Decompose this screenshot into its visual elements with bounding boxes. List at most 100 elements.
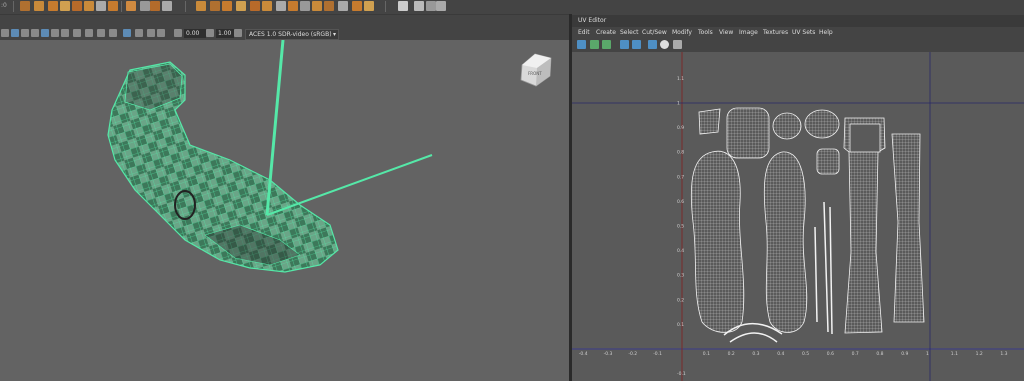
- uv-display-icon[interactable]: [577, 40, 586, 49]
- uv-checker-icon[interactable]: [660, 40, 669, 49]
- menu-create[interactable]: Create: [596, 29, 616, 36]
- xray-components-icon[interactable]: [157, 29, 165, 37]
- cylinder-icon[interactable]: [60, 1, 70, 11]
- u-tick-label: -0.4: [579, 351, 588, 357]
- uv-shell[interactable]: [726, 107, 770, 159]
- torus-icon[interactable]: [96, 1, 106, 11]
- uv-distortion-icon[interactable]: [590, 40, 599, 49]
- menu-view[interactable]: View: [719, 29, 733, 36]
- v-tick-label: 1.1: [677, 76, 684, 82]
- menu-textures[interactable]: Textures: [763, 29, 788, 36]
- uv-shell[interactable]: [804, 109, 840, 139]
- perspective-viewport[interactable]: FRONT: [0, 40, 569, 381]
- uv-snapshot-icon[interactable]: [673, 40, 682, 49]
- u-tick-label: 1: [926, 351, 929, 357]
- chevron-down-icon: ▾: [332, 31, 336, 38]
- manipulator-axis-x[interactable]: [266, 154, 433, 216]
- u-tick-label: 0.4: [777, 351, 784, 357]
- uv-shell[interactable]: [763, 151, 808, 333]
- xray-icon[interactable]: [135, 29, 143, 37]
- uv-workspace[interactable]: -0.4 -0.3 -0.2 -0.1 0.1 0.2 0.3 0.4 0.5 0.6 0.7 0.8…: [572, 52, 1024, 381]
- fill-hole-icon[interactable]: [262, 1, 272, 11]
- u-tick-label: 0.5: [802, 351, 809, 357]
- multi-cut-icon[interactable]: [276, 1, 286, 11]
- viewport-toolbar: 0.00 1.00 ACES 1.0 SDR-video (sRGB) ▾: [0, 27, 569, 40]
- shoe-mesh[interactable]: [107, 61, 339, 273]
- menu-cut-sew[interactable]: Cut/Sew: [642, 29, 667, 36]
- merge-icon[interactable]: [162, 1, 172, 11]
- shelf-tab-label: :0: [1, 2, 7, 9]
- disc-icon[interactable]: [108, 1, 118, 11]
- uv-canvas: -0.4 -0.3 -0.2 -0.1 0.1 0.2 0.3 0.4 0.5 0.6 0.7 0.8…: [572, 52, 1024, 381]
- motion-blur-icon[interactable]: [85, 29, 93, 37]
- lights-icon[interactable]: [51, 29, 59, 37]
- cone-icon[interactable]: [72, 1, 82, 11]
- uv-texture-icon[interactable]: [648, 40, 657, 49]
- exposure-field[interactable]: 0.00: [184, 29, 206, 38]
- sphere-icon[interactable]: [34, 1, 44, 11]
- uv-shell[interactable]: [816, 148, 840, 175]
- uv-shells[interactable]: [690, 107, 925, 334]
- uv-shell[interactable]: [772, 112, 802, 140]
- menu-image[interactable]: Image: [739, 29, 758, 36]
- extrude-icon[interactable]: [126, 1, 136, 11]
- menu-select[interactable]: Select: [620, 29, 639, 36]
- combine-icon[interactable]: [196, 1, 206, 11]
- uv-shell[interactable]: [698, 108, 721, 135]
- uv-unfold-icon[interactable]: [426, 1, 436, 11]
- isolate-select-icon[interactable]: [123, 29, 131, 37]
- sculpt-icon[interactable]: [398, 1, 408, 11]
- uv-editor-title: UV Editor: [578, 17, 607, 24]
- bevel-icon[interactable]: [150, 1, 160, 11]
- separate-icon[interactable]: [210, 1, 220, 11]
- uv-layout-icon[interactable]: [436, 1, 446, 11]
- color-management-icon[interactable]: [234, 29, 242, 37]
- boolean-icon[interactable]: [236, 1, 246, 11]
- wireframe-icon[interactable]: [11, 29, 19, 37]
- slide-edge-icon[interactable]: [352, 1, 362, 11]
- u-tick-label: -0.2: [628, 351, 637, 357]
- bridge-icon[interactable]: [140, 1, 150, 11]
- anti-aliasing-icon[interactable]: [97, 29, 105, 37]
- poke-icon[interactable]: [324, 1, 334, 11]
- uv-grid-icon[interactable]: [620, 40, 629, 49]
- menu-modify[interactable]: Modify: [672, 29, 692, 36]
- crease-icon[interactable]: [364, 1, 374, 11]
- edge-loop-icon[interactable]: [288, 1, 298, 11]
- select-camera-icon[interactable]: [1, 29, 9, 37]
- mirror-icon[interactable]: [250, 1, 260, 11]
- viewport-canvas: FRONT: [107, 40, 552, 273]
- menu-uv-sets[interactable]: UV Sets: [792, 29, 815, 36]
- ambient-occlusion-icon[interactable]: [73, 29, 81, 37]
- uv-shell-icon[interactable]: [602, 40, 611, 49]
- gamma-icon[interactable]: [206, 29, 214, 37]
- wedge-icon[interactable]: [312, 1, 322, 11]
- xray-joints-icon[interactable]: [147, 29, 155, 37]
- u-tick-label: 1.2: [976, 351, 983, 357]
- textured-icon[interactable]: [41, 29, 49, 37]
- smooth-shade-icon[interactable]: [21, 29, 29, 37]
- cube-icon[interactable]: [48, 1, 58, 11]
- u-tick-label: 0.3: [752, 351, 759, 357]
- v-tick-label: 0.4: [677, 248, 684, 254]
- v-tick-label: 0.2: [677, 297, 684, 303]
- quad-draw-icon[interactable]: [414, 1, 424, 11]
- target-weld-icon[interactable]: [300, 1, 310, 11]
- curve-icon[interactable]: [20, 1, 30, 11]
- default-material-icon[interactable]: [31, 29, 39, 37]
- gamma-field[interactable]: 1.00: [216, 29, 234, 38]
- color-space-dropdown[interactable]: ACES 1.0 SDR-video (sRGB) ▾: [245, 29, 339, 40]
- uv-shell[interactable]: [891, 133, 925, 323]
- menu-tools[interactable]: Tools: [698, 29, 713, 36]
- uv-shell[interactable]: [690, 150, 745, 333]
- smooth-icon[interactable]: [222, 1, 232, 11]
- append-icon[interactable]: [338, 1, 348, 11]
- plane-icon[interactable]: [84, 1, 94, 11]
- shadows-icon[interactable]: [61, 29, 69, 37]
- menu-help[interactable]: Help: [819, 29, 833, 36]
- depth-of-field-icon[interactable]: [109, 29, 117, 37]
- view-cube[interactable]: FRONT: [520, 53, 552, 87]
- exposure-icon[interactable]: [174, 29, 182, 37]
- uv-snap-icon[interactable]: [632, 40, 641, 49]
- menu-edit[interactable]: Edit: [578, 29, 590, 36]
